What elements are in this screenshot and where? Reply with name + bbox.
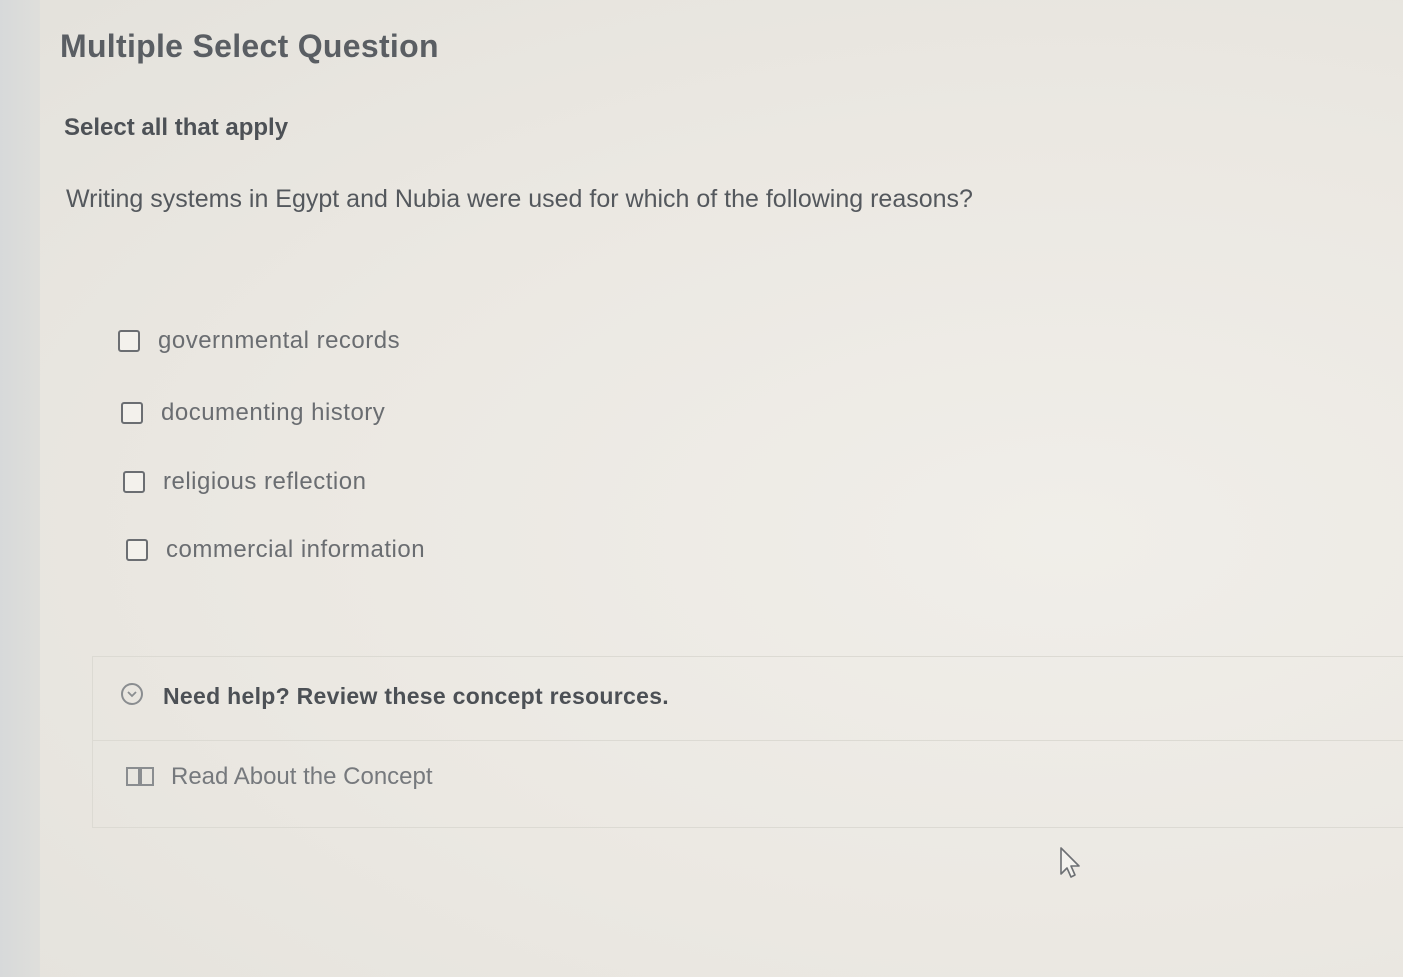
option-label[interactable]: commercial information (166, 536, 425, 564)
chevron-down-circle-icon[interactable] (121, 683, 143, 705)
option-religious-reflection[interactable]: religious reflection (123, 465, 366, 499)
option-commercial-information[interactable]: commercial information (126, 533, 425, 567)
question-prompt: Writing systems in Egypt and Nubia were … (66, 185, 973, 213)
concept-resources-panel: Need help? Review these concept resource… (92, 656, 1403, 828)
help-toggle[interactable]: Need help? Review these concept resource… (93, 657, 1403, 741)
question-type-title: Multiple Select Question (60, 28, 439, 64)
checkbox[interactable] (126, 539, 148, 561)
option-label[interactable]: religious reflection (163, 468, 366, 496)
book-icon (125, 765, 155, 789)
mouse-pointer-icon (1060, 847, 1080, 878)
option-documenting-history[interactable]: documenting history (121, 396, 385, 430)
option-governmental-records[interactable]: governmental records (118, 324, 400, 358)
option-label[interactable]: governmental records (158, 327, 400, 355)
option-label[interactable]: documenting history (161, 399, 385, 427)
read-about-concept-link[interactable]: Read About the Concept (125, 763, 433, 791)
checkbox[interactable] (123, 471, 145, 493)
checkbox[interactable] (118, 330, 140, 352)
resource-label[interactable]: Read About the Concept (171, 763, 433, 791)
help-title[interactable]: Need help? Review these concept resource… (163, 683, 669, 710)
checkbox[interactable] (121, 402, 143, 424)
instruction-text: Select all that apply (64, 114, 289, 141)
